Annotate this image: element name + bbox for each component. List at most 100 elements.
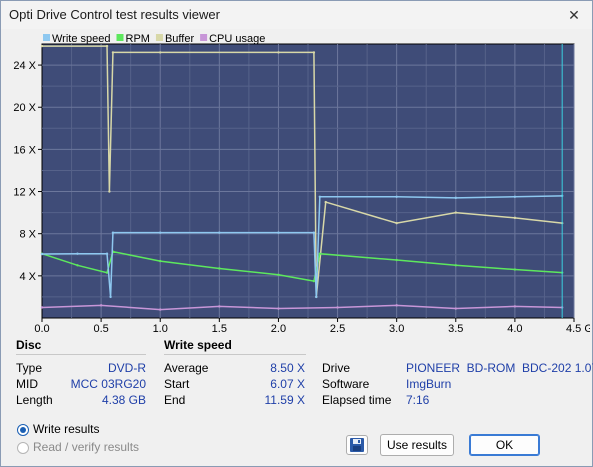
data-point bbox=[395, 258, 398, 262]
start-label: Start bbox=[164, 377, 190, 391]
write-speed-divider bbox=[164, 354, 306, 355]
read-verify-label[interactable]: Read / verify results bbox=[33, 440, 139, 454]
x-tick-label: 1.0 bbox=[153, 323, 168, 335]
title-bar: Opti Drive Control test results viewer ✕ bbox=[1, 1, 592, 29]
disc-divider bbox=[16, 354, 146, 355]
data-point bbox=[40, 44, 44, 48]
data-point bbox=[111, 51, 115, 54]
drive-value: PIONEER BD-ROM BDC-202 1.07 bbox=[406, 361, 593, 375]
x-tick-label: 2.5 bbox=[330, 323, 345, 335]
use-results-button[interactable]: Use results bbox=[380, 434, 454, 456]
write-speed-chart: 0.0 0.5 1.0 1.5 2.0 2.5 3.0 3.5 4.0 4.5 GB 4 X 8 X 1… bbox=[13, 33, 590, 335]
software-value: ImgBurn bbox=[406, 377, 452, 391]
write-results-label[interactable]: Write results bbox=[33, 422, 99, 436]
end-value: 11.59 X bbox=[264, 393, 305, 407]
data-point bbox=[315, 295, 318, 299]
y-tick-label: 12 X bbox=[13, 187, 36, 199]
end-label: End bbox=[164, 393, 186, 407]
data-point bbox=[312, 51, 316, 54]
mid-value: MCC 03RG20 bbox=[70, 377, 146, 391]
data-point bbox=[159, 231, 162, 234]
x-tick-label: 3.5 bbox=[448, 323, 463, 335]
legend-label: RPM bbox=[126, 33, 150, 45]
data-point bbox=[40, 306, 44, 309]
data-point bbox=[318, 195, 322, 199]
average-value: 8.50 X bbox=[270, 361, 305, 375]
data-point bbox=[277, 51, 280, 54]
data-point bbox=[159, 259, 162, 263]
x-tick-label: 4.0 bbox=[507, 323, 522, 335]
software-label: Software bbox=[322, 377, 370, 391]
window-title: Opti Drive Control test results viewer bbox=[9, 7, 220, 22]
type-label: Type bbox=[16, 361, 43, 375]
legend-label: Buffer bbox=[165, 33, 194, 45]
x-tick-label: 2.0 bbox=[271, 323, 286, 335]
data-point bbox=[277, 307, 280, 310]
data-point bbox=[454, 264, 457, 267]
data-point bbox=[312, 279, 316, 283]
data-point bbox=[513, 268, 517, 271]
legend-swatch bbox=[155, 34, 163, 41]
y-tick-label: 8 X bbox=[19, 229, 36, 241]
legend-swatch bbox=[43, 34, 50, 41]
data-point bbox=[277, 273, 280, 276]
data-point bbox=[218, 231, 221, 234]
data-point bbox=[218, 267, 221, 270]
data-point bbox=[395, 304, 398, 307]
length-label: Length bbox=[16, 393, 53, 407]
data-point bbox=[218, 305, 221, 308]
data-point bbox=[336, 306, 339, 309]
data-point bbox=[324, 200, 327, 204]
average-label: Average bbox=[164, 361, 209, 375]
legend-label: Write speed bbox=[52, 33, 111, 45]
data-point bbox=[395, 221, 398, 225]
read-verify-radio[interactable] bbox=[17, 442, 29, 454]
close-icon[interactable]: ✕ bbox=[564, 5, 584, 25]
y-tick-label: 24 X bbox=[13, 60, 36, 72]
data-point bbox=[76, 252, 79, 255]
data-point bbox=[109, 295, 112, 299]
y-tick-label: 20 X bbox=[13, 102, 36, 114]
data-point bbox=[105, 252, 109, 255]
data-point bbox=[99, 304, 103, 307]
save-icon bbox=[350, 438, 364, 452]
data-point bbox=[454, 307, 457, 310]
data-point bbox=[513, 216, 517, 220]
data-point bbox=[277, 231, 280, 234]
data-point bbox=[111, 231, 115, 234]
elapsed-value: 7:16 bbox=[406, 393, 430, 407]
legend-swatch bbox=[200, 34, 208, 41]
elapsed-label: Elapsed time bbox=[322, 393, 392, 407]
data-point bbox=[312, 231, 316, 234]
x-tick-label: 1.5 bbox=[212, 323, 227, 335]
data-point bbox=[159, 51, 162, 54]
data-point bbox=[108, 190, 111, 193]
data-point bbox=[76, 264, 79, 267]
data-point bbox=[159, 308, 162, 311]
type-value: DVD-R bbox=[108, 361, 146, 375]
write-speed-heading: Write speed bbox=[164, 338, 232, 352]
ok-button[interactable]: OK bbox=[469, 434, 540, 456]
mid-label: MID bbox=[16, 377, 38, 391]
legend-swatch bbox=[116, 34, 124, 41]
disc-heading: Disc bbox=[16, 338, 42, 352]
app-window: Opti Drive Control test results viewer ✕… bbox=[0, 0, 593, 467]
x-tick-label: 0.5 bbox=[93, 323, 108, 335]
write-results-radio[interactable] bbox=[17, 424, 29, 436]
data-point bbox=[513, 195, 517, 199]
data-point bbox=[105, 44, 109, 48]
x-tick-label: 3.0 bbox=[389, 323, 404, 335]
data-point bbox=[318, 252, 322, 255]
data-point bbox=[513, 305, 517, 308]
x-tick-label: 4.5 GB bbox=[566, 323, 590, 335]
start-value: 6.07 X bbox=[270, 377, 305, 391]
y-tick-label: 16 X bbox=[13, 144, 36, 156]
chart-panel: 0.0 0.5 1.0 1.5 2.0 2.5 3.0 3.5 4.0 4.5 GB 4 X 8 X 1… bbox=[3, 30, 590, 335]
x-tick-label: 0.0 bbox=[34, 323, 49, 335]
save-button[interactable] bbox=[346, 435, 368, 455]
data-point bbox=[40, 252, 44, 256]
data-point bbox=[454, 211, 457, 214]
data-point bbox=[454, 196, 457, 200]
length-value: 4.38 GB bbox=[101, 393, 146, 407]
legend-label: CPU usage bbox=[209, 33, 265, 45]
